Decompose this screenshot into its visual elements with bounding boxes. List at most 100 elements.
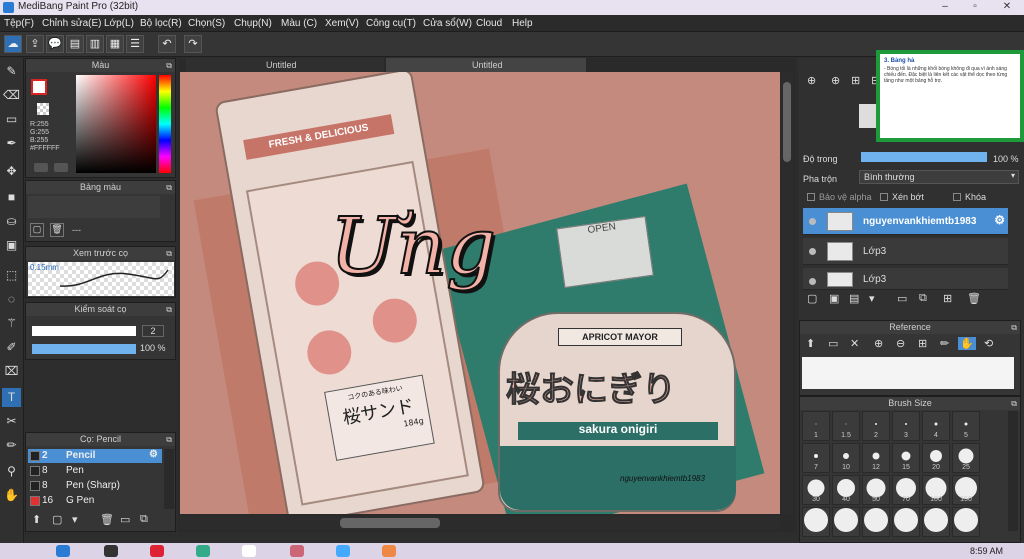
brush-tool-icon[interactable]: ✎ xyxy=(2,62,21,81)
add-brush-icon[interactable]: ⬆ xyxy=(32,513,41,526)
new-palette-icon[interactable]: ▢ xyxy=(30,223,44,237)
clip-checkbox[interactable] xyxy=(880,193,888,201)
menu-color[interactable]: Màu (C) xyxy=(281,18,317,29)
new-brush-icon[interactable]: ▢ xyxy=(52,513,62,526)
panel-expand-icon[interactable]: ⧉ xyxy=(1011,397,1017,410)
transparent-swatch[interactable] xyxy=(37,103,49,115)
brush-size-cell[interactable] xyxy=(892,507,920,537)
brush-size-cell[interactable]: 40 xyxy=(832,475,860,505)
eye-icon[interactable] xyxy=(809,278,816,285)
blend-mode-select[interactable]: Bình thường ▾ xyxy=(859,170,1019,184)
lasso-tool-icon[interactable]: ◌ xyxy=(2,290,21,309)
hand-icon[interactable]: ✋ xyxy=(958,337,976,350)
menu-edit[interactable]: Chỉnh sửa(E) xyxy=(42,18,102,29)
brush-size-cell[interactable]: 70 xyxy=(892,475,920,505)
gear-icon[interactable]: ⚙ xyxy=(149,449,158,460)
brush-size-cell[interactable] xyxy=(832,507,860,537)
menu-view[interactable]: Xem(V) xyxy=(325,18,359,29)
panel-expand-icon[interactable]: ⧉ xyxy=(1011,321,1017,334)
gear-icon[interactable]: ⚙ xyxy=(994,213,1005,227)
redo-icon[interactable]: ↷ xyxy=(184,35,202,53)
menu-tools[interactable]: Công cụ(T) xyxy=(366,18,416,29)
brush-size-cell[interactable] xyxy=(802,507,830,537)
layer-item[interactable]: Lớp3 xyxy=(803,238,1008,265)
brush-size-cell[interactable]: 3 xyxy=(892,411,920,441)
select-rect-icon[interactable]: ⬚ xyxy=(2,266,21,285)
panel-expand-icon[interactable]: ⧉ xyxy=(166,433,172,446)
zoom-in-icon[interactable]: ⊕ xyxy=(831,74,840,87)
folder-icon[interactable]: ▭ xyxy=(897,292,907,305)
vertical-scrollbar[interactable] xyxy=(781,72,793,514)
spoid-tool-icon[interactable]: ⚲ xyxy=(2,462,21,481)
color-wheel-button[interactable] xyxy=(54,163,68,172)
menu-window[interactable]: Cửa sổ(W) xyxy=(423,18,472,29)
panel-expand-icon[interactable]: ⧉ xyxy=(166,59,172,72)
select-pen-icon[interactable]: ✐ xyxy=(2,338,21,357)
panel-expand-icon[interactable]: ⧉ xyxy=(166,303,172,316)
brush-size-cell[interactable]: 150 xyxy=(952,475,980,505)
alpha-lock-checkbox[interactable] xyxy=(807,193,815,201)
browser-icon[interactable] xyxy=(56,545,70,557)
panel-expand-icon[interactable]: ⧉ xyxy=(166,247,172,260)
brush-size-cell[interactable]: 7 xyxy=(802,443,830,473)
divide-tool-icon[interactable]: ✂ xyxy=(2,412,21,431)
menu-capture[interactable]: Chụp(N) xyxy=(234,18,272,29)
gradient-tool-icon[interactable]: ▣ xyxy=(2,236,21,255)
app-icon[interactable] xyxy=(242,545,256,557)
brush-size-cell[interactable]: 5 xyxy=(952,411,980,441)
brush-size-cell[interactable]: 30 xyxy=(802,475,830,505)
menu-file[interactable]: Tệp(F) xyxy=(4,18,34,29)
fill-rect-tool-icon[interactable]: ■ xyxy=(2,188,21,207)
brush-item-pencil[interactable]: 2 Pencil ⚙ xyxy=(28,449,162,463)
zoom-icon[interactable]: ⊕ xyxy=(807,74,816,87)
duplicate-layer-icon[interactable]: ⧉ xyxy=(919,292,927,305)
text-tool-icon[interactable]: T xyxy=(2,388,21,407)
reference-canvas[interactable] xyxy=(802,357,1014,389)
share-icon[interactable]: ⇪ xyxy=(26,35,44,53)
menu-select[interactable]: Chọn(S) xyxy=(188,18,225,29)
copy-brush-icon[interactable]: ⧉ xyxy=(140,513,148,526)
move-tool-icon[interactable]: ✥ xyxy=(2,162,21,181)
folder-icon[interactable]: ▭ xyxy=(120,513,130,526)
brush-item-g-pen[interactable]: 16 G Pen xyxy=(28,494,162,508)
menu-filter[interactable]: Bộ lọc(R) xyxy=(140,18,182,29)
app-icon[interactable] xyxy=(382,545,396,557)
hue-slider[interactable] xyxy=(159,75,171,173)
select-eraser-icon[interactable]: ⌧ xyxy=(2,362,21,381)
horizontal-scrollbar[interactable] xyxy=(180,516,780,530)
brush-size-cell[interactable]: 50 xyxy=(862,475,890,505)
primary-color-swatch[interactable] xyxy=(31,79,47,95)
cloud-upload-icon[interactable]: ⬆ xyxy=(806,337,815,350)
brush-size-slider[interactable] xyxy=(32,326,136,336)
chrome-icon[interactable] xyxy=(150,545,164,557)
brush-size-cell[interactable] xyxy=(922,507,950,537)
brush-size-cell[interactable]: 15 xyxy=(892,443,920,473)
minimize-button[interactable]: – xyxy=(934,0,956,15)
rectangle-tool-icon[interactable]: ▭ xyxy=(2,110,21,129)
new-layer-8bit-icon[interactable]: ▣ xyxy=(829,292,839,305)
brush-size-cell[interactable] xyxy=(862,507,890,537)
menu-help[interactable]: Help xyxy=(512,18,533,29)
app-icon[interactable] xyxy=(290,545,304,557)
eye-icon[interactable] xyxy=(809,248,816,255)
saturation-value-picker[interactable] xyxy=(76,75,156,173)
chat-icon[interactable]: ▤ xyxy=(66,35,84,53)
close-button[interactable]: ✕ xyxy=(996,0,1018,15)
brush-item-pen-sharp[interactable]: 8 Pen (Sharp) xyxy=(28,479,162,493)
color-mode-button[interactable] xyxy=(34,163,48,172)
brush-menu-icon[interactable]: ▾ xyxy=(72,513,78,526)
brush-size-cell[interactable]: 20 xyxy=(922,443,950,473)
list-icon[interactable]: ☰ xyxy=(126,35,144,53)
reset-icon[interactable]: ⟲ xyxy=(984,337,993,350)
layer-menu-icon[interactable]: ▾ xyxy=(869,292,875,305)
layer-opacity-slider[interactable] xyxy=(861,152,987,162)
zoom-out-icon[interactable]: ⊖ xyxy=(896,337,905,350)
zoom-in-icon[interactable]: ⊕ xyxy=(874,337,883,350)
comment-icon[interactable]: 💬 xyxy=(46,35,64,53)
lock-checkbox[interactable] xyxy=(953,193,961,201)
folder-open-icon[interactable]: ▭ xyxy=(828,337,838,350)
layer-item[interactable]: Lớp3 xyxy=(803,268,1008,290)
eye-icon[interactable] xyxy=(809,218,816,225)
brush-size-cell[interactable]: 12 xyxy=(862,443,890,473)
document-icon[interactable]: ▥ xyxy=(86,35,104,53)
